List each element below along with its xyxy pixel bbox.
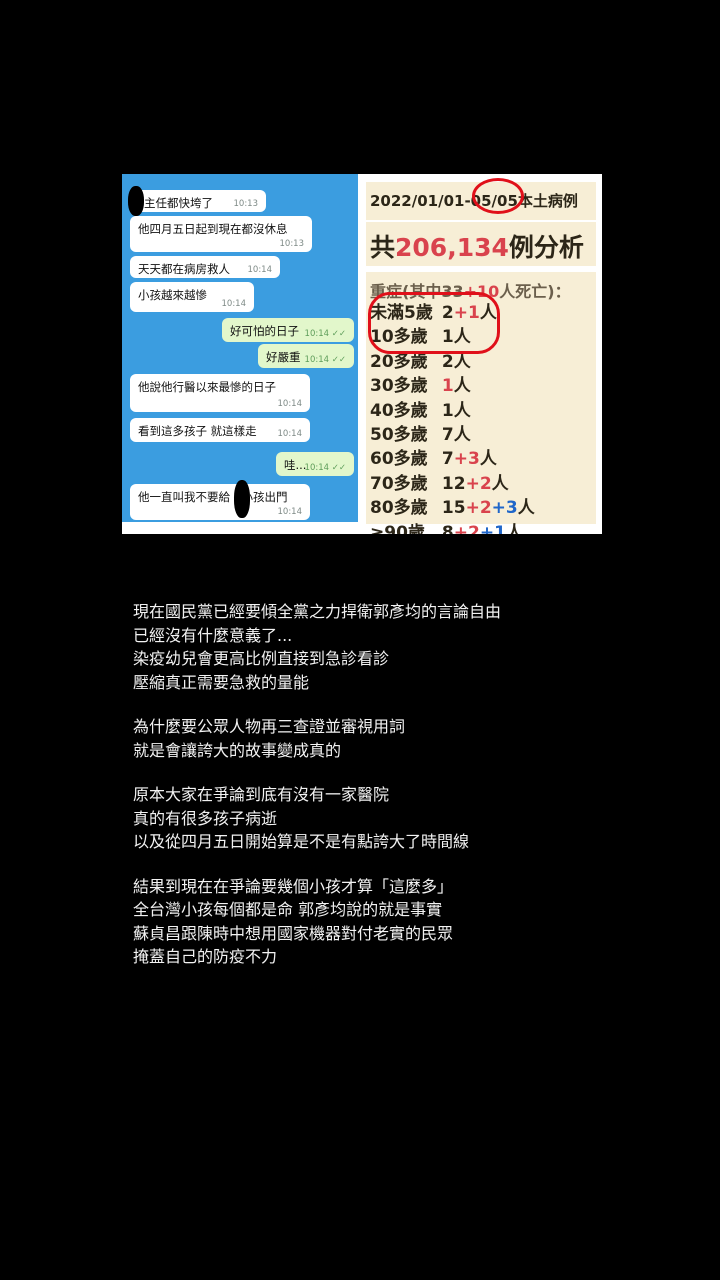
post-line: 現在國民黨已經要傾全黨之力捍衛郭彥均的言論自由 — [133, 602, 502, 621]
chat-message-text: 好嚴重 — [266, 350, 301, 364]
redaction-blot — [128, 186, 144, 216]
chat-bubble-incoming: 天天都在病房救人 10:14 — [130, 256, 280, 278]
age-group-row: 30多歲 1人 — [370, 371, 471, 396]
chat-bubble-outgoing: 好可怕的日子 10:14 ✓✓ — [222, 318, 354, 342]
unit-label: 人 — [491, 473, 509, 494]
chat-message-time: 10:14 ✓✓ — [304, 329, 346, 339]
case-statistics-panel: 2022/01/01-05/05本土病例 共206,134例分析 重症(其中33… — [362, 174, 602, 534]
redaction-blot — [234, 480, 250, 518]
age-group-label: 80多歲 — [370, 498, 428, 519]
post-line: 全台灣小孩每個都是命 郭彥均說的就是事實 — [133, 900, 443, 919]
chat-message-text: 天天都在病房救人 — [138, 262, 230, 276]
post-line: 蘇貞昌跟陳時中想用國家機器對付老實的民眾 — [133, 923, 454, 943]
chat-bubble-incoming: 小孩越來越慘 10:14 — [130, 282, 254, 312]
unit-label: 人 — [517, 498, 535, 519]
post-line: 結果到現在在爭論要幾個小孩才算「這麼多」 — [133, 876, 454, 896]
chat-message-time: 10:13 — [233, 199, 259, 209]
post-line: 原本大家在爭論到底有沒有一家醫院 — [133, 785, 390, 804]
age-group-row: 50多歲 7人 — [370, 420, 471, 445]
chat-message-text: 他四月五日起到現在都沒休息 — [138, 222, 288, 236]
severe-count: 15 — [441, 498, 466, 519]
post-line: 掩蓋自己的防疫不力 — [133, 947, 278, 966]
post-line: 就是會讓誇大的故事變成真的 — [133, 740, 342, 760]
additional-count-2: +1 — [479, 522, 506, 534]
chat-bubble-incoming: 他一直叫我不要給 小孩出門 10:14 — [130, 484, 310, 520]
age-group-label: ≥90歲 — [370, 522, 425, 534]
additional-count-2: +3 — [491, 498, 518, 519]
chat-message-text: 小孩越來越慘 — [138, 288, 207, 302]
age-group-row: ≥90歲 8+2+1人 — [370, 518, 523, 534]
chat-message-text: 主任都快垮了 — [144, 196, 213, 210]
severe-count: 1 — [441, 400, 454, 421]
post-line: 真的有很多孩子病逝 — [133, 808, 278, 828]
post-line: 以及從四月五日開始算是不是有點誇大了時間線 — [133, 832, 470, 851]
chat-message-text: 他一直叫我不要給 小孩出門 — [138, 490, 288, 504]
chat-message-time: 10:14 ✓✓ — [304, 355, 346, 365]
additional-count: +3 — [453, 449, 480, 470]
chat-message-text: 哇... — [284, 458, 307, 472]
chat-bubble-outgoing: 好嚴重 10:14 ✓✓ — [258, 344, 354, 368]
age-group-label: 40多歲 — [370, 400, 428, 421]
rows-circle-annotation — [368, 292, 500, 354]
severe-count: 1 — [441, 376, 454, 397]
chat-message-time: 10:14 ✓✓ — [304, 463, 346, 473]
age-group-label: 60多歲 — [370, 449, 428, 470]
post-line: 壓縮真正需要急救的量能 — [133, 672, 310, 692]
stats-total: 共206,134例分析 — [370, 233, 584, 262]
chat-bubble-incoming: 看到這多孩子 就這樣走 10:14 — [130, 418, 310, 442]
date-circle-annotation — [472, 178, 524, 214]
age-group-label: 70多歲 — [370, 473, 428, 494]
additional-count: +2 — [453, 522, 480, 534]
unit-label: 人 — [453, 425, 471, 445]
severe-count: 7 — [441, 449, 454, 470]
chat-message-text: 好可怕的日子 — [230, 324, 299, 338]
chat-bubble-outgoing: 哇... 10:14 ✓✓ — [276, 452, 354, 476]
unit-label: 人 — [453, 351, 471, 372]
chat-message-text: 看到這多孩子 就這樣走 — [138, 424, 257, 438]
post-line: 染疫幼兒會更高比例直接到急診看診 — [133, 649, 390, 668]
additional-count: +2 — [465, 498, 492, 519]
chat-message-text: 他說他行醫以來最慘的日子 — [138, 380, 276, 394]
unit-label: 人 — [505, 522, 523, 534]
severe-count: 7 — [441, 425, 454, 445]
age-group-row: 70多歲 12+2人 — [370, 469, 509, 494]
unit-label: 人 — [453, 376, 471, 397]
chat-message-time: 10:14 — [247, 265, 273, 275]
severe-count: 8 — [441, 522, 454, 534]
chat-bubble-incoming: 主任都快垮了 10:13 — [136, 190, 266, 212]
age-group-row: 40多歲 1人 — [370, 396, 471, 421]
age-group-label: 30多歲 — [370, 376, 428, 397]
unit-label: 人 — [453, 400, 471, 421]
chat-message-time: 10:14 — [277, 429, 303, 439]
age-group-label: 50多歲 — [370, 425, 428, 445]
chat-message-time: 10:14 — [277, 507, 303, 517]
age-group-row: 80多歲 15+2+3人 — [370, 493, 535, 518]
chat-message-time: 10:13 — [279, 239, 305, 249]
age-group-row: 60多歲 7+3人 — [370, 444, 497, 469]
post-text: 現在國民黨已經要傾全黨之力捍衛郭彥均的言論自由 已經沒有什麼意義了... 染疫幼兒會… — [133, 600, 693, 969]
additional-count: +2 — [465, 473, 492, 494]
chat-bubble-incoming: 他說他行醫以來最慘的日子 10:14 — [130, 374, 310, 412]
chat-message-time: 10:14 — [221, 299, 247, 309]
chat-bubble-incoming: 他四月五日起到現在都沒休息 10:13 — [130, 216, 312, 252]
severe-count: 2 — [441, 351, 454, 372]
unit-label: 人 — [479, 449, 497, 470]
chat-message-time: 10:14 — [277, 399, 303, 409]
screenshot-image: 主任都快垮了 10:13 他四月五日起到現在都沒休息 10:13 天天都在病房救人 10:… — [122, 174, 602, 534]
post-line: 為什麼要公眾人物再三查證並審視用詞 — [133, 717, 406, 736]
post-line: 已經沒有什麼意義了... — [133, 625, 293, 645]
chat-screenshot: 主任都快垮了 10:13 他四月五日起到現在都沒休息 10:13 天天都在病房救人 10:… — [122, 174, 358, 534]
severe-count: 12 — [441, 473, 466, 494]
